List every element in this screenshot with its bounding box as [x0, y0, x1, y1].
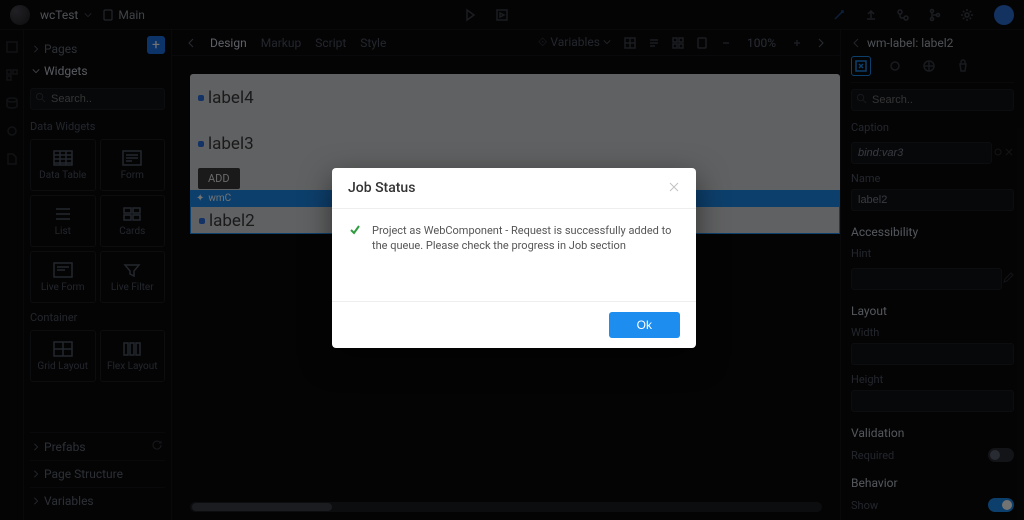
close-icon — [668, 181, 680, 193]
job-status-modal: Job Status Project as WebComponent - Req… — [332, 168, 696, 348]
modal-message: Project as WebComponent - Request is suc… — [372, 223, 680, 277]
modal-title: Job Status — [348, 180, 415, 196]
success-icon — [348, 223, 362, 277]
modal-ok-button[interactable]: Ok — [609, 312, 680, 338]
modal-close-button[interactable] — [668, 181, 680, 196]
